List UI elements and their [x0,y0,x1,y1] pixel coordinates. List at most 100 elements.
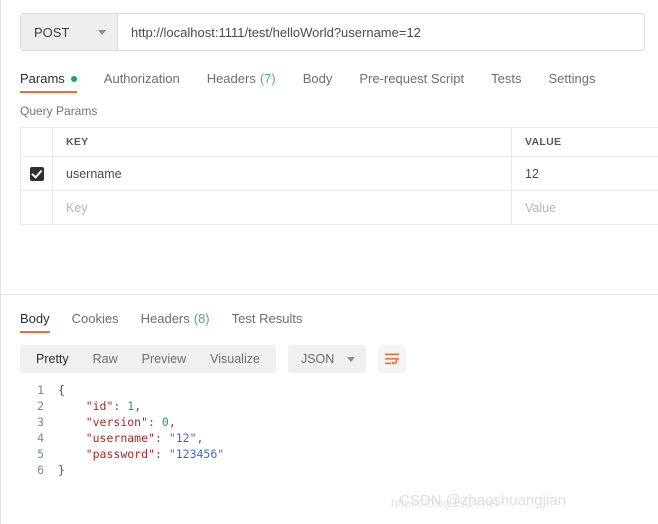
code-token: "12" [168,431,197,445]
code-token: , [134,399,142,413]
code-token: : [113,399,128,413]
param-value-input[interactable]: 12 [512,157,658,190]
word-wrap-icon [384,353,399,365]
code-token: , [168,415,176,429]
response-tab-test-results[interactable]: Test Results [232,311,303,333]
code-line-content: "username": "12", [58,430,204,446]
code-token: "version" [85,415,149,429]
watermark-text: CSDN @zhaoshuangjian [399,492,566,509]
row-checkbox-checked-icon[interactable] [29,166,44,181]
code-token: 0 [161,415,169,429]
chevron-down-icon [347,356,356,362]
postman-request-response-panel: POST http://localhost:1111/test/helloWor… [0,0,658,524]
format-segment-group: Pretty Raw Preview Visualize [20,345,276,373]
response-language-label: JSON [300,352,335,366]
tab-headers-label: Headers [206,71,256,86]
code-line: 2 "id": 1, [20,398,658,414]
response-body-code[interactable]: 1 { 2 "id": 1, 3 "version": 0, 4 "userna… [1,382,658,478]
response-tab-cookies[interactable]: Cookies [72,311,119,333]
url-input[interactable]: http://localhost:1111/test/helloWorld?us… [118,14,644,50]
row-checkbox-cell[interactable] [21,157,53,190]
code-token: { [58,383,65,397]
code-token: : [148,415,162,429]
http-method-label: POST [34,24,70,40]
tab-body-label: Body [302,71,333,86]
table-row: username 12 [21,157,658,191]
line-number: 2 [37,399,44,413]
response-tab-cookies-label: Cookies [71,311,119,326]
response-tab-test-results-label: Test Results [231,311,303,326]
tab-authorization[interactable]: Authorization [104,71,180,93]
code-token: "123456" [168,447,225,461]
http-method-select[interactable]: POST [21,14,118,50]
code-token: } [58,463,65,477]
line-number: 6 [37,463,44,477]
url-bar: POST http://localhost:1111/test/helloWor… [20,13,645,51]
format-pretty-button[interactable]: Pretty [24,345,81,373]
code-token: , [196,431,204,445]
tab-settings-label: Settings [548,71,596,86]
code-line-content: "version": 0, [58,414,176,430]
param-key-input-empty[interactable]: Key [53,191,512,224]
column-header-value: VALUE [525,136,562,148]
query-params-table: KEY VALUE username 12 Key Value [20,127,658,225]
code-line-content: } [58,462,65,478]
param-key-input[interactable]: username [53,157,512,190]
watermark: https://blog.csdn.net CSDN @zhaoshuangji… [391,492,566,511]
tab-params[interactable]: Params [20,71,77,93]
tab-headers[interactable]: Headers (7) [207,71,276,93]
table-header-row: KEY VALUE [21,128,658,157]
line-number: 4 [37,431,44,445]
header-checkbox-cell [21,128,53,156]
param-value-input-empty[interactable]: Value [512,191,658,224]
word-wrap-toggle-button[interactable] [378,345,407,373]
tab-pre-request-script[interactable]: Pre-request Script [359,71,464,93]
response-language-select[interactable]: JSON [287,345,367,373]
tab-pre-request-script-label: Pre-request Script [359,71,465,86]
code-token: : [154,431,169,445]
line-number: 3 [37,415,44,429]
table-row-empty: Key Value [21,191,658,224]
response-tab-body[interactable]: Body [20,311,50,333]
response-format-toolbar: Pretty Raw Preview Visualize JSON [1,345,658,373]
line-number: 5 [37,447,44,461]
response-tab-headers[interactable]: Headers (8) [141,311,210,333]
url-bar-container: POST http://localhost:1111/test/helloWor… [1,0,658,51]
format-raw-button[interactable]: Raw [81,345,130,373]
watermark-stack: https://blog.csdn.net CSDN @zhaoshuangji… [391,492,566,511]
tab-authorization-label: Authorization [103,71,180,86]
code-line-content: { [58,382,65,398]
request-tabs: Params Authorization Headers (7) Body Pr… [1,65,658,93]
response-tabs: Body Cookies Headers (8) Test Results [1,307,658,333]
tab-tests[interactable]: Tests [491,71,521,93]
tab-body[interactable]: Body [303,71,333,93]
tab-params-label: Params [20,71,65,86]
code-token: "id" [85,399,114,413]
format-preview-button[interactable]: Preview [130,345,198,373]
column-header-key: KEY [53,128,512,156]
row-checkbox-cell-empty[interactable] [21,191,53,224]
tab-tests-label: Tests [491,71,522,86]
code-line: 4 "username": "12", [20,430,658,446]
tab-settings[interactable]: Settings [548,71,595,93]
format-visualize-button[interactable]: Visualize [198,345,272,373]
response-tab-headers-count: (8) [193,311,210,326]
chevron-down-icon [98,29,106,35]
line-number: 1 [37,383,44,397]
code-line-content: "id": 1, [58,398,141,414]
request-pane-spacer [1,225,658,294]
unsaved-dot-icon [70,75,77,82]
pane-divider[interactable] [1,294,658,295]
response-tab-body-label: Body [20,311,50,326]
code-line: 1 { [20,382,658,398]
code-token: "password" [85,447,155,461]
response-tab-headers-label: Headers [140,311,190,326]
code-line: 5 "password": "123456" [20,446,658,462]
code-line: 6 } [20,462,658,478]
code-token: "username" [85,431,155,445]
query-params-heading: Query Params [20,104,98,118]
watermark-url: https://blog.csdn.net [391,496,499,510]
